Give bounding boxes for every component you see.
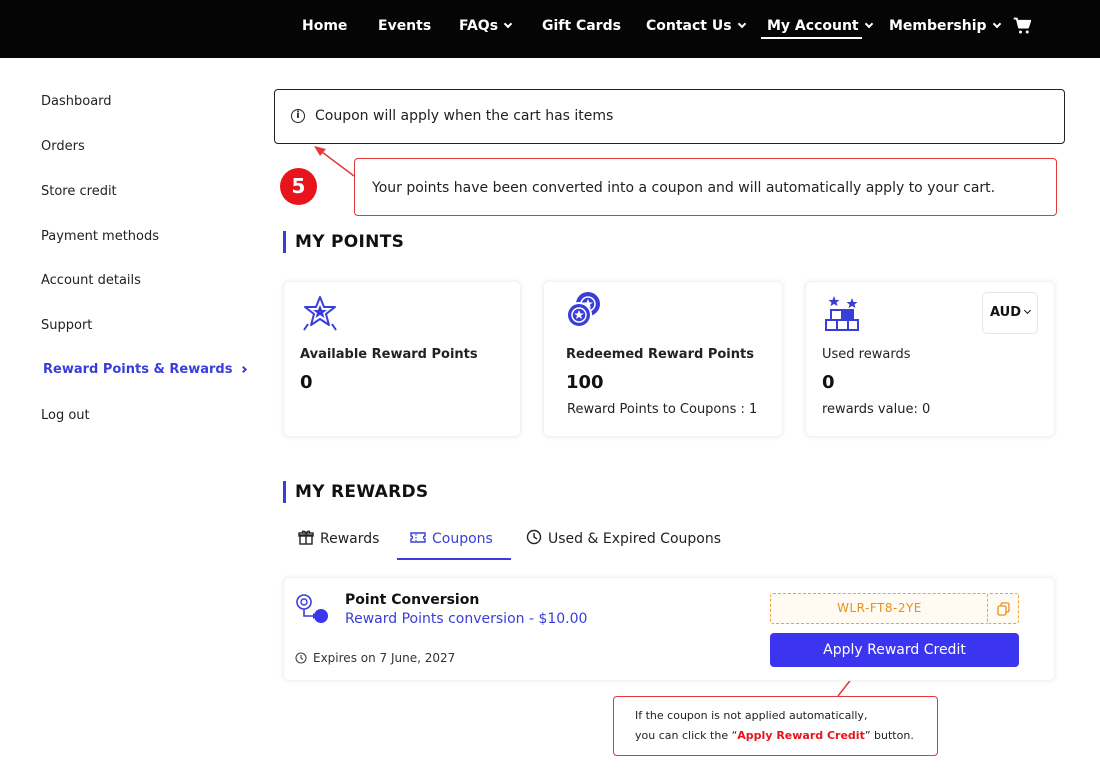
- section-title-my-rewards: MY REWARDS: [283, 481, 428, 503]
- gift-icon: [298, 530, 314, 545]
- sidebar-item-payment-methods[interactable]: Payment methods: [41, 229, 159, 244]
- card-subtext: Reward Points to Coupons : 1: [567, 402, 758, 417]
- coupon-code: WLR-FT8-2YE: [837, 601, 922, 615]
- nav-item-label: Gift Cards: [542, 18, 621, 34]
- sidebar-item-support[interactable]: Support: [41, 318, 92, 333]
- chevron-down-icon: [864, 19, 873, 29]
- info-icon: i: [291, 109, 305, 123]
- gift-boxes-icon: [825, 296, 859, 331]
- tab-coupons[interactable]: Coupons: [410, 531, 493, 547]
- callout-line-2-suffix: ” button.: [864, 729, 914, 742]
- nav-item-home[interactable]: Home: [302, 18, 347, 34]
- callout-line-1: If the coupon is not applied automatical…: [635, 709, 868, 722]
- nav-item-gift-cards[interactable]: Gift Cards: [542, 18, 621, 34]
- points-card-used-rewards: Used rewards 0 rewards value: 0 AUD: [805, 281, 1055, 437]
- sidebar-item-log-out[interactable]: Log out: [41, 408, 90, 423]
- tab-label: Used & Expired Coupons: [548, 531, 721, 547]
- ticket-icon: [410, 532, 426, 543]
- tab-label: Coupons: [432, 531, 493, 547]
- coupon-expiry: Expires on 7 June, 2027: [295, 651, 455, 665]
- top-nav-bar: Home Events FAQs Gift Cards Contact Us M…: [0, 0, 1100, 58]
- nav-item-label: FAQs: [459, 18, 499, 34]
- sidebar-item-store-credit[interactable]: Store credit: [41, 184, 117, 199]
- coupon-notice: i Coupon will apply when the cart has it…: [274, 89, 1065, 144]
- chevron-right-icon: [240, 365, 248, 374]
- star-badge-icon: [303, 296, 337, 331]
- nav-item-label: Events: [378, 18, 432, 34]
- apply-reward-credit-button[interactable]: Apply Reward Credit: [770, 633, 1019, 667]
- chevron-down-icon: [503, 19, 513, 29]
- coupon-code-box[interactable]: WLR-FT8-2YE: [770, 593, 989, 624]
- nav-item-label: Membership: [889, 18, 987, 34]
- points-card-available: Available Reward Points 0: [283, 281, 521, 437]
- card-value: 100: [566, 372, 604, 393]
- card-label: Used rewards: [822, 347, 911, 362]
- callout-highlight: Apply Reward Credit: [737, 729, 865, 742]
- sidebar-item-reward-points[interactable]: Reward Points & Rewards: [43, 362, 248, 377]
- nav-item-contact-us[interactable]: Contact Us: [646, 18, 746, 34]
- currency-value: AUD: [989, 305, 1021, 320]
- coupon-title: Point Conversion: [345, 592, 480, 608]
- nav-item-my-account[interactable]: My Account: [767, 18, 873, 34]
- card-value: 0: [300, 372, 313, 393]
- copy-icon: [997, 602, 1010, 616]
- clock-icon: [526, 529, 542, 545]
- nav-item-faqs[interactable]: FAQs: [459, 18, 513, 34]
- tab-active-underline: [397, 558, 511, 560]
- sidebar-item-dashboard[interactable]: Dashboard: [41, 94, 112, 109]
- notice-text: Coupon will apply when the cart has item…: [315, 108, 614, 124]
- coupon-card: Point Conversion Reward Points conversio…: [283, 577, 1055, 681]
- sidebar-item-account-details[interactable]: Account details: [41, 273, 141, 288]
- cart-icon[interactable]: [1013, 17, 1031, 35]
- currency-select[interactable]: AUD: [982, 292, 1038, 334]
- points-card-redeemed: Redeemed Reward Points 100 Reward Points…: [543, 281, 783, 437]
- sidebar-item-orders[interactable]: Orders: [41, 139, 85, 154]
- conversion-icon: [296, 594, 328, 623]
- callout-text: Your points have been converted into a c…: [372, 180, 996, 196]
- nav-item-events[interactable]: Events: [378, 18, 431, 34]
- coupon-expiry-text: Expires on 7 June, 2027: [313, 651, 456, 665]
- card-value: 0: [822, 372, 835, 393]
- annotation-callout-conversion: Your points have been converted into a c…: [354, 158, 1057, 216]
- step-number-badge: 5: [280, 168, 317, 205]
- copy-code-button[interactable]: [987, 593, 1019, 624]
- chevron-down-icon: [737, 19, 746, 29]
- nav-item-label: Home: [302, 18, 348, 34]
- sidebar-item-label: Reward Points & Rewards: [43, 362, 233, 377]
- nav-active-underline: [761, 37, 862, 39]
- annotation-callout-apply-button: If the coupon is not applied automatical…: [613, 696, 938, 756]
- card-subtext: rewards value: 0: [822, 402, 931, 417]
- nav-item-label: Contact Us: [646, 18, 732, 34]
- callout-line-2: you can click the “Apply Reward Credit” …: [635, 729, 914, 742]
- chevron-down-icon: [992, 19, 1001, 29]
- section-title-my-points: MY POINTS: [283, 231, 404, 253]
- coupon-description: Reward Points conversion - $10.00: [345, 611, 588, 627]
- tab-used-expired-coupons[interactable]: Used & Expired Coupons: [526, 529, 721, 547]
- chevron-down-icon: [1023, 306, 1032, 315]
- tab-label: Rewards: [320, 531, 380, 547]
- clock-icon: [295, 651, 307, 664]
- coins-icon: [566, 292, 600, 328]
- card-label: Redeemed Reward Points: [566, 347, 754, 362]
- callout-line-2-prefix: you can click the “: [635, 729, 738, 742]
- nav-item-membership[interactable]: Membership: [889, 18, 1001, 34]
- tab-rewards[interactable]: Rewards: [298, 530, 380, 547]
- nav-item-label: My Account: [767, 18, 859, 34]
- card-label: Available Reward Points: [300, 347, 478, 362]
